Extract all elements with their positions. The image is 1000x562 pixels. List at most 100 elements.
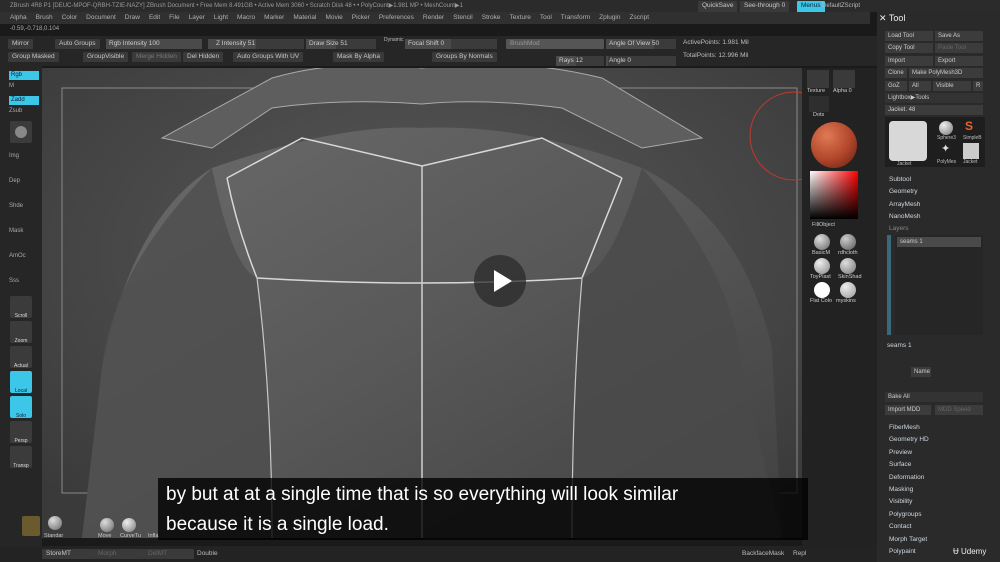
menu-document[interactable]: Document: [86, 14, 116, 21]
menu-stencil[interactable]: Stencil: [453, 14, 473, 21]
goz-button[interactable]: GoZ: [885, 81, 907, 91]
menu-file[interactable]: File: [169, 14, 179, 21]
myskins-material[interactable]: [840, 282, 856, 298]
double-toggle[interactable]: Double: [197, 546, 218, 562]
auto-groups-uv-button[interactable]: Auto Groups With UV: [233, 52, 304, 62]
brush-mod-slider[interactable]: BrushMod: [506, 39, 604, 49]
menu-alpha[interactable]: Alpha: [10, 14, 27, 21]
color-picker[interactable]: [810, 171, 858, 219]
inflate-brush-label[interactable]: Infla: [148, 533, 158, 539]
move-brush-icon[interactable]: [100, 518, 114, 532]
section-polygroups[interactable]: Polygroups: [889, 511, 922, 518]
zsub-toggle[interactable]: Zsub: [9, 108, 33, 114]
section-fibermesh[interactable]: FiberMesh: [889, 424, 920, 431]
export-button[interactable]: Export: [935, 56, 983, 66]
texture-slot[interactable]: [807, 70, 829, 88]
menu-texture[interactable]: Texture: [510, 14, 531, 21]
default-zscript[interactable]: DefaultZScript: [822, 0, 860, 12]
rgb-toggle[interactable]: Rgb: [9, 71, 39, 80]
stroke-dots-icon[interactable]: [809, 96, 829, 112]
z-intensity-slider[interactable]: Z Intensity 51: [208, 39, 304, 49]
solo-button[interactable]: Solo: [10, 396, 32, 419]
backface-mask-toggle[interactable]: BackfaceMask: [742, 546, 784, 562]
zadd-toggle[interactable]: Zadd: [9, 96, 39, 105]
sss-toggle[interactable]: Sss: [9, 278, 33, 284]
menu-light[interactable]: Light: [214, 14, 228, 21]
morph-button[interactable]: Morph: [94, 549, 144, 559]
sphere3d-thumbnail[interactable]: [939, 121, 953, 135]
section-deformation[interactable]: Deformation: [889, 474, 924, 481]
geometry-section[interactable]: Geometry: [889, 188, 918, 195]
persp-button[interactable]: Persp: [10, 421, 32, 444]
section-morph-target[interactable]: Morph Target: [889, 536, 927, 543]
rgb-intensity-slider[interactable]: Rgb Intensity 100: [106, 39, 202, 49]
flatcolor-material[interactable]: [814, 282, 830, 298]
menu-draw[interactable]: Draw: [125, 14, 140, 21]
visible-button[interactable]: Visible: [933, 81, 971, 91]
basic-material[interactable]: [814, 234, 830, 250]
menu-zplugin[interactable]: Zplugin: [599, 14, 620, 21]
mask-by-alpha-button[interactable]: Mask By Alpha: [333, 52, 384, 62]
dep-toggle[interactable]: Dep: [9, 178, 33, 184]
make-polymesh-button[interactable]: Make PolyMesh3D: [909, 68, 983, 78]
transp-button[interactable]: Transp: [10, 446, 32, 469]
delmt-button[interactable]: DelMT: [144, 549, 194, 559]
bake-all-button[interactable]: Bake All: [885, 392, 983, 402]
dynamic-label[interactable]: Dynamic: [384, 37, 403, 43]
mirror-button[interactable]: Mirror: [8, 39, 33, 49]
curvetube-brush-icon[interactable]: [122, 518, 136, 532]
actual-button[interactable]: Actual: [10, 346, 32, 369]
alpha-slot[interactable]: [833, 70, 855, 88]
mask-toggle[interactable]: Mask: [9, 228, 33, 234]
section-masking[interactable]: Masking: [889, 486, 913, 493]
angle-of-view-slider[interactable]: Angle Of View 50: [606, 39, 676, 49]
menu-brush[interactable]: Brush: [36, 14, 53, 21]
section-contact[interactable]: Contact: [889, 523, 911, 530]
mdd-speed-slider[interactable]: MDD Speed: [935, 405, 983, 415]
r-button[interactable]: R: [973, 81, 983, 91]
zoom-button[interactable]: Zoom: [10, 321, 32, 344]
shde-toggle[interactable]: Shde: [9, 203, 33, 209]
copy-tool-button[interactable]: Copy Tool: [885, 43, 933, 53]
menu-picker[interactable]: Picker: [352, 14, 370, 21]
group-visible-button[interactable]: GroupVisible: [83, 52, 129, 62]
section-geometry-hd[interactable]: Geometry HD: [889, 436, 929, 443]
menu-layer[interactable]: Layer: [189, 14, 205, 21]
menu-zscript[interactable]: Zscript: [630, 14, 650, 21]
layer-item-seams[interactable]: seams 1: [897, 237, 981, 247]
standard-brush-icon[interactable]: [48, 516, 62, 530]
menu-preferences[interactable]: Preferences: [379, 14, 414, 21]
import-mdd-button[interactable]: Import MDD: [885, 405, 931, 415]
layers-scrollbar[interactable]: [887, 235, 891, 335]
tool-header[interactable]: ✕ Tool: [879, 13, 905, 24]
tool-thumbnails[interactable]: S Sphere3 SimpleB ✦ PolyMes Jacket Jacke…: [885, 117, 985, 167]
load-tool-button[interactable]: Load Tool: [885, 31, 933, 41]
section-preview[interactable]: Preview: [889, 449, 912, 456]
clone-button[interactable]: Clone: [885, 68, 907, 78]
current-tool-slider[interactable]: Jacket. 48: [885, 105, 983, 115]
rays-slider[interactable]: Rays 12: [556, 56, 604, 66]
canvas-viewport[interactable]: [42, 68, 802, 538]
merge-hidden-button[interactable]: Merge Hidden: [132, 52, 181, 62]
section-polypaint[interactable]: Polypaint: [889, 548, 916, 555]
star-icon[interactable]: ✦: [941, 142, 950, 155]
fill-object-button[interactable]: FillObject: [812, 222, 835, 228]
material-sphere-icon[interactable]: [10, 121, 32, 143]
arraymesh-section[interactable]: ArrayMesh: [889, 201, 920, 208]
scroll-button[interactable]: Scroll: [10, 296, 32, 319]
menu-movie[interactable]: Movie: [325, 14, 342, 21]
storemt-button[interactable]: StoreMT: [42, 549, 94, 559]
subtool-section[interactable]: Subtool: [889, 176, 911, 183]
menu-stroke[interactable]: Stroke: [482, 14, 501, 21]
m-toggle[interactable]: M: [9, 83, 33, 89]
all-button[interactable]: All: [909, 81, 931, 91]
jacket-thumbnail[interactable]: [889, 121, 927, 161]
angle-slider[interactable]: Angle 0: [606, 56, 676, 66]
layers-section[interactable]: Layers: [889, 225, 909, 232]
focal-shift-slider[interactable]: Focal Shift 0: [405, 39, 497, 49]
paste-tool-button[interactable]: Paste Tool: [935, 43, 983, 53]
section-visibility[interactable]: Visibility: [889, 498, 912, 505]
save-as-button[interactable]: Save As: [935, 31, 983, 41]
toyplastic-material[interactable]: [814, 258, 830, 274]
del-hidden-button[interactable]: Del Hidden: [183, 52, 224, 62]
